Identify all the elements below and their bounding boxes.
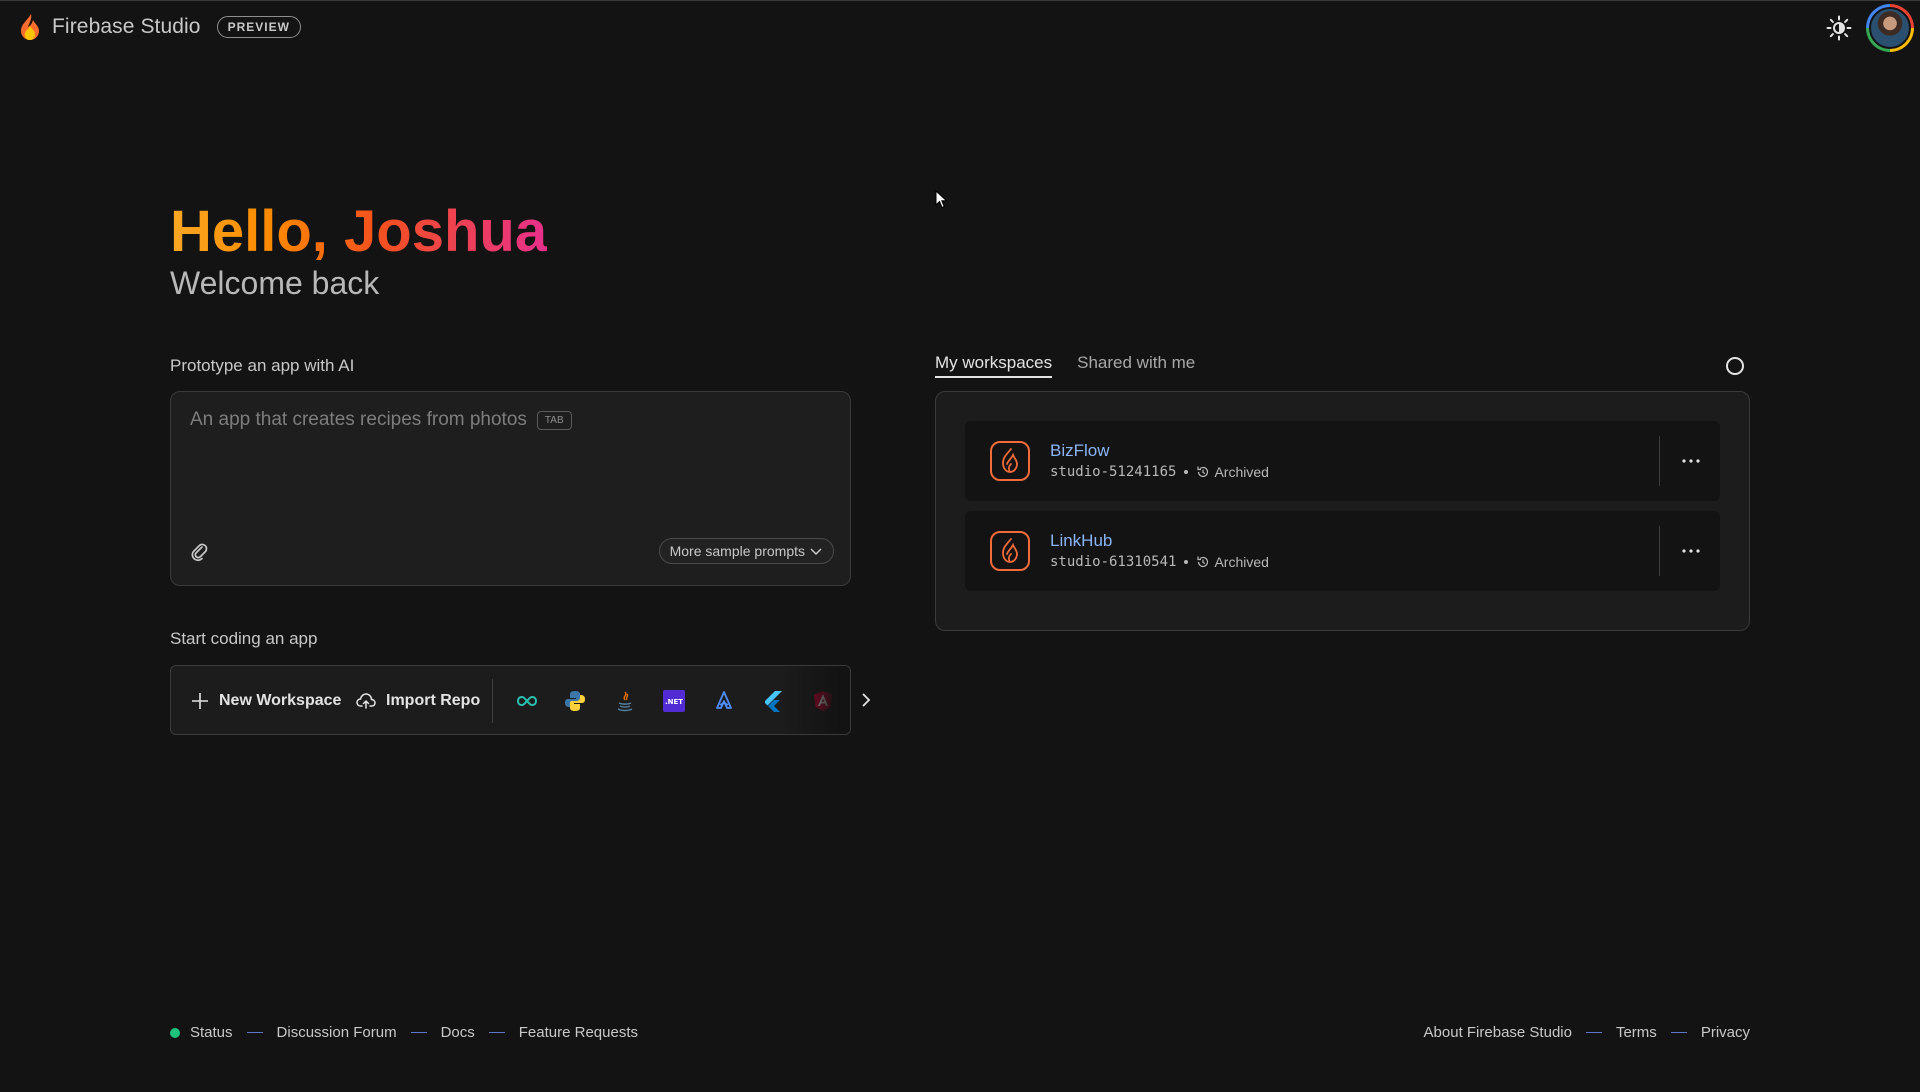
history-icon — [1197, 466, 1209, 478]
footer-link-feature-requests[interactable]: Feature Requests — [519, 1024, 638, 1041]
import-repo-button[interactable]: Import Repo — [356, 666, 481, 734]
firebase-logo-icon — [21, 14, 39, 40]
astro-icon[interactable] — [712, 689, 736, 713]
footer-separator — [410, 1032, 427, 1033]
footer-link-docs[interactable]: Docs — [441, 1024, 475, 1041]
footer-right: About Firebase Studio Terms Privacy — [1424, 1024, 1750, 1041]
theme-toggle-sun-icon[interactable] — [1826, 15, 1852, 41]
workspace-logo-icon — [990, 441, 1030, 481]
coding-label: Start coding an app — [170, 629, 318, 648]
workspace-name[interactable]: BizFlow — [1050, 441, 1110, 461]
coding-divider — [492, 679, 493, 723]
footer-left: Status Discussion Forum Docs Feature Req… — [170, 1024, 638, 1041]
card-divider — [1659, 436, 1660, 486]
status-indicator — [170, 1027, 180, 1038]
user-avatar[interactable] — [1866, 4, 1914, 52]
brand[interactable]: Firebase Studio PREVIEW — [18, 13, 301, 41]
workspace-card[interactable]: LinkHub studio-61310541 Archived — [965, 511, 1720, 591]
workspace-name[interactable]: LinkHub — [1050, 531, 1112, 551]
meta-separator-dot — [1184, 470, 1189, 474]
app-name: Firebase Studio — [52, 15, 201, 38]
workspace-id: studio-61310541 — [1050, 554, 1177, 570]
footer-separator — [246, 1032, 263, 1033]
workspace-tabs: My workspaces Shared with me — [935, 353, 1195, 378]
tab-my-workspaces[interactable]: My workspaces — [935, 353, 1053, 378]
workspace-status-text: Archived — [1214, 464, 1269, 480]
tab-shared-with-me[interactable]: Shared with me — [1077, 353, 1195, 378]
workspace-meta: studio-61310541 Archived — [1050, 554, 1269, 570]
chevron-down-icon — [810, 548, 822, 556]
more-sample-prompts-button[interactable]: More sample prompts — [658, 538, 834, 564]
cloud-upload-icon — [356, 693, 376, 709]
chevron-right-icon[interactable] — [855, 687, 877, 713]
footer-separator — [1585, 1032, 1602, 1033]
footer-link-privacy[interactable]: Privacy — [1701, 1024, 1750, 1041]
page: Firebase Studio PREVIEW Hello, Joshua We… — [0, 0, 1920, 1092]
welcome-subtitle: Welcome back — [170, 265, 380, 301]
greeting: Hello, Joshua Welcome back — [170, 201, 547, 302]
dotnet-icon[interactable]: .NET — [662, 689, 686, 713]
workspace-id: studio-51241165 — [1050, 464, 1177, 480]
card-divider — [1659, 526, 1660, 576]
history-icon — [1197, 556, 1209, 568]
workspace-panel: BizFlow studio-51241165 Archived LinkHub… — [935, 391, 1750, 631]
meta-separator-dot — [1184, 560, 1189, 564]
refresh-circle-icon[interactable] — [1726, 357, 1744, 375]
scroll-fade — [780, 666, 850, 734]
footer-separator — [1670, 1032, 1687, 1033]
workspace-status-text: Archived — [1214, 554, 1269, 570]
plus-icon — [192, 693, 208, 709]
dotnet-label: .NET — [665, 698, 683, 706]
workspace-status: Archived — [1196, 554, 1269, 570]
prompt-placeholder: An app that creates recipes from photos … — [190, 409, 572, 431]
footer-link-terms[interactable]: Terms — [1616, 1024, 1657, 1041]
hello-heading: Hello, Joshua — [170, 199, 548, 264]
footer-separator — [488, 1032, 505, 1033]
go-icon[interactable] — [515, 689, 539, 713]
samples-label: More sample prompts — [669, 543, 805, 559]
workspace-logo-icon — [990, 531, 1030, 571]
footer-link-discussion-forum[interactable]: Discussion Forum — [277, 1024, 397, 1041]
top-bar: Firebase Studio PREVIEW — [0, 1, 1920, 52]
more-options-icon[interactable] — [1679, 449, 1703, 473]
java-icon[interactable] — [613, 689, 637, 713]
prototype-label: Prototype an app with AI — [170, 356, 355, 375]
avatar-image — [1869, 7, 1911, 49]
workspace-meta: studio-51241165 Archived — [1050, 464, 1269, 480]
prompt-input[interactable]: An app that creates recipes from photos … — [170, 391, 851, 586]
footer-link-about[interactable]: About Firebase Studio — [1424, 1024, 1572, 1041]
prompt-placeholder-text: An app that creates recipes from photos — [190, 409, 527, 430]
new-workspace-button[interactable]: New Workspace — [191, 666, 342, 734]
workspace-card[interactable]: BizFlow studio-51241165 Archived — [965, 421, 1720, 501]
workspace-status: Archived — [1196, 464, 1269, 480]
import-repo-label: Import Repo — [386, 692, 481, 709]
more-options-icon[interactable] — [1679, 539, 1703, 563]
preview-badge: PREVIEW — [216, 16, 301, 38]
new-workspace-label: New Workspace — [219, 692, 342, 709]
footer-link-status[interactable]: Status — [190, 1024, 233, 1041]
coding-bar: New Workspace Import Repo .NET — [170, 665, 851, 735]
python-icon[interactable] — [563, 689, 587, 713]
attach-paperclip-icon[interactable] — [189, 542, 209, 564]
mouse-cursor-icon — [935, 190, 948, 209]
tab-hint-chip: TAB — [536, 410, 572, 430]
